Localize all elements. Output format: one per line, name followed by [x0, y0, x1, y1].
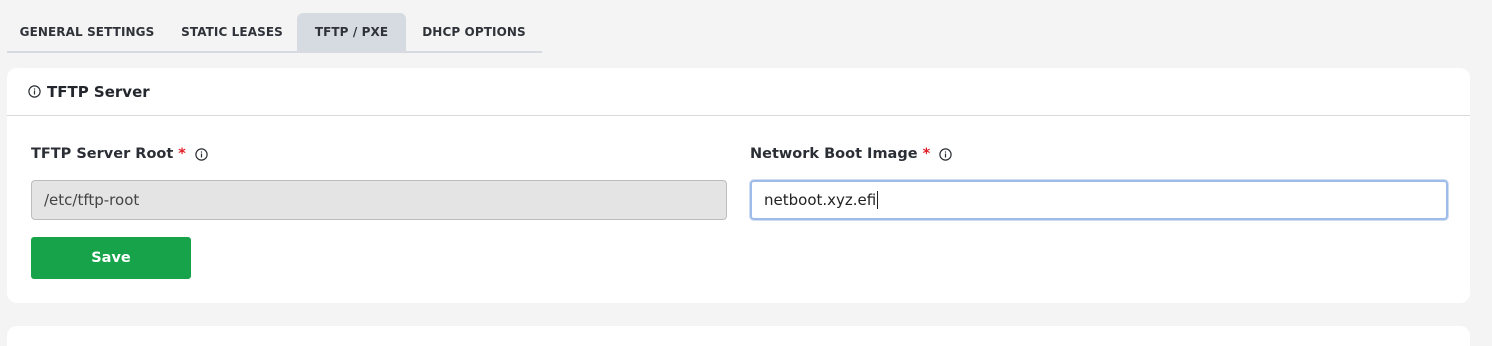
boot-image-value: netboot.xyz.efi [764, 191, 877, 209]
save-button[interactable]: Save [31, 237, 191, 279]
tab-dhcp-options[interactable]: DHCP OPTIONS [406, 13, 542, 51]
next-card [7, 326, 1470, 346]
info-icon [28, 85, 41, 98]
info-icon[interactable] [195, 147, 208, 161]
text-caret [877, 191, 879, 209]
tab-static-leases[interactable]: STATIC LEASES [167, 13, 297, 51]
boot-image-label-row: Network Boot Image * [750, 144, 1450, 164]
required-mark: * [922, 146, 931, 162]
card-header: TFTP Server [7, 68, 1470, 116]
boot-image-field: Network Boot Image * netboot.xyz.efi [750, 144, 1450, 224]
section-title: TFTP Server [47, 82, 150, 101]
tftp-root-input[interactable]: /etc/tftp-root [31, 180, 727, 220]
tftp-root-label-row: TFTP Server Root * [31, 144, 731, 164]
info-icon[interactable] [939, 147, 952, 161]
tftp-root-field: TFTP Server Root * /etc/tftp-root [31, 144, 731, 224]
required-mark: * [178, 146, 186, 162]
boot-image-label: Network Boot Image [750, 146, 918, 162]
boot-image-input[interactable]: netboot.xyz.efi [750, 180, 1448, 220]
tab-tftp-pxe[interactable]: TFTP / PXE [297, 13, 406, 51]
tftp-root-value: /etc/tftp-root [44, 191, 140, 209]
tab-general-settings[interactable]: GENERAL SETTINGS [7, 13, 167, 51]
tab-bar: GENERAL SETTINGS STATIC LEASES TFTP / PX… [7, 13, 542, 53]
tftp-server-card: TFTP Server TFTP Server Root * /etc/tftp… [7, 68, 1470, 303]
tftp-root-label: TFTP Server Root [31, 146, 174, 162]
